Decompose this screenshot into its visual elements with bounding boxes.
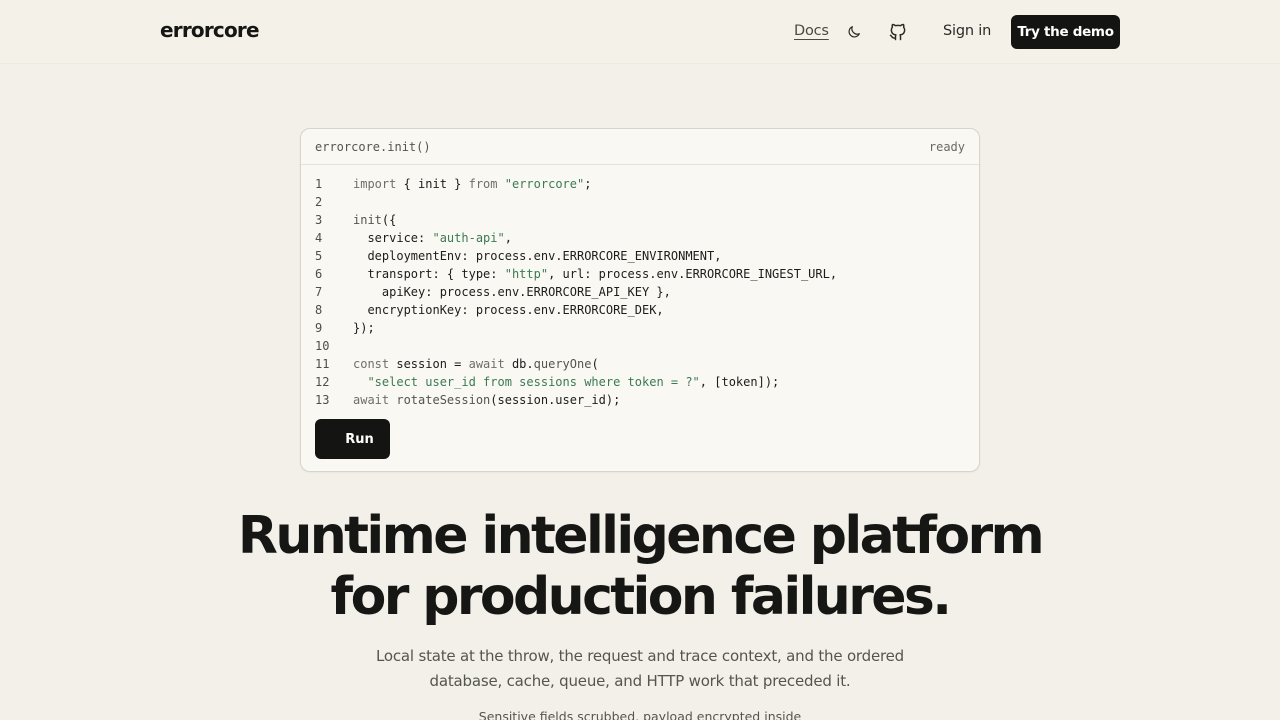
code-line: 1 import { init } from "errorcore";	[315, 175, 965, 193]
try-demo-button[interactable]: Try the demo	[1011, 15, 1120, 49]
code-line: 2	[315, 193, 965, 211]
code-token: await	[353, 393, 390, 407]
code-card-title: errorcore.init()	[315, 140, 431, 154]
line-number: 1	[315, 177, 323, 191]
code-text: const session = await db.queryOne(	[353, 355, 599, 373]
code-token: from	[468, 177, 498, 191]
code-text: "select user_id from sessions where toke…	[353, 373, 779, 391]
hero-note: Sensitive fields scrubbed, payload encry…	[478, 709, 802, 720]
code-token: , url: process.env.ERRORCORE_INGEST_URL,	[548, 267, 838, 281]
code-token: "auth-api"	[432, 231, 505, 245]
github-icon[interactable]	[886, 20, 910, 44]
line-number: 3	[315, 213, 323, 227]
code-line: 10	[315, 337, 965, 355]
code-token: "select user_id from sessions where toke…	[367, 375, 700, 389]
line-number: 7	[315, 285, 323, 299]
code-line: 3 init({	[315, 211, 965, 229]
code-token: deploymentEnv: process.env.ERRORCORE_ENV…	[353, 249, 722, 263]
logo[interactable]: errorcore	[160, 18, 260, 42]
code-card: errorcore.init() ready 1 import { init } …	[300, 128, 980, 472]
code-line: 9});	[315, 319, 965, 337]
line-number: 10	[315, 339, 330, 353]
code-token: await	[468, 357, 505, 371]
code-line: 12 "select user_id from sessions where t…	[315, 373, 965, 391]
line-number: 8	[315, 303, 323, 317]
nav-docs-link[interactable]: Docs	[794, 23, 829, 39]
line-number: 5	[315, 249, 323, 263]
code-token: db.	[504, 357, 534, 371]
code-text: await rotateSession(session.user_id);	[353, 391, 620, 409]
line-number: 12	[315, 375, 330, 389]
code-line: 4 service: "auth-api",	[315, 229, 965, 247]
code-line: 6 transport: { type: "http", url: proces…	[315, 265, 965, 283]
code-token: service:	[353, 231, 433, 245]
top-nav: errorcore Docs Sign in Try the demo	[0, 0, 1280, 64]
code-token: ,	[504, 231, 512, 245]
line-number: 2	[315, 195, 323, 209]
line-number: 9	[315, 321, 323, 335]
moon-icon[interactable]	[842, 20, 866, 44]
code-token: });	[353, 321, 375, 335]
line-number: 6	[315, 267, 323, 281]
code-line: 11 const session = await db.queryOne(	[315, 355, 965, 373]
code-text: encryptionKey: process.env.ERRORCORE_DEK…	[353, 301, 664, 319]
code-block[interactable]: 1 import { init } from "errorcore"; 2 3 init…	[315, 175, 965, 409]
code-token: "errorcore"	[504, 177, 585, 191]
line-number: 11	[315, 357, 330, 371]
code-text: init({	[353, 211, 396, 229]
code-text: deploymentEnv: process.env.ERRORCORE_ENV…	[353, 247, 721, 265]
code-token: ({	[381, 213, 397, 227]
code-line: 8 encryptionKey: process.env.ERRORCORE_D…	[315, 301, 965, 319]
code-token: "http"	[504, 267, 549, 281]
code-token: (	[591, 357, 599, 371]
code-token: encryptionKey: process.env.ERRORCORE_DEK…	[353, 303, 664, 317]
headline-line: Runtime intelligence platform	[237, 506, 1045, 566]
code-card-header: errorcore.init() ready	[301, 129, 979, 165]
code-token: const	[353, 357, 390, 371]
code-token: rotateSession	[396, 393, 491, 407]
code-text: service: "auth-api",	[353, 229, 512, 247]
sign-in-link[interactable]: Sign in	[943, 23, 991, 39]
headline-line: for production failures.	[330, 567, 952, 627]
code-token: queryOne	[533, 357, 592, 371]
subtitle-line: database, cache, queue, and HTTP work th…	[429, 672, 851, 690]
code-text: });	[353, 319, 375, 337]
code-line: 13 await rotateSession(session.user_id);	[315, 391, 965, 409]
code-token: import	[353, 177, 397, 191]
hero-headline: Runtime intelligence platform for produc…	[0, 506, 1280, 628]
code-token: (session.user_id);	[490, 393, 621, 407]
code-line: 7 apiKey: process.env.ERRORCORE_API_KEY …	[315, 283, 965, 301]
code-text: apiKey: process.env.ERRORCORE_API_KEY },	[353, 283, 671, 301]
code-text: import { init } from "errorcore";	[353, 175, 591, 193]
run-button-label: Run	[345, 431, 374, 447]
code-token: ;	[584, 177, 592, 191]
run-button[interactable]: Run	[315, 419, 390, 459]
code-token: transport: { type:	[353, 267, 505, 281]
subtitle-line: Local state at the throw, the request an…	[376, 647, 904, 665]
code-line: 5 deploymentEnv: process.env.ERRORCORE_E…	[315, 247, 965, 265]
hero-subtitle: Local state at the throw, the request an…	[0, 644, 1280, 694]
code-token: session =	[389, 357, 469, 371]
line-number: 13	[315, 393, 330, 407]
code-token: init	[353, 213, 382, 227]
code-token: , [token]);	[699, 375, 780, 389]
status-badge: ready	[928, 140, 965, 154]
code-token: { init }	[396, 177, 469, 191]
line-number: 4	[315, 231, 323, 245]
code-text: transport: { type: "http", url: process.…	[353, 265, 837, 283]
code-token: apiKey: process.env.ERRORCORE_API_KEY },	[353, 285, 671, 299]
